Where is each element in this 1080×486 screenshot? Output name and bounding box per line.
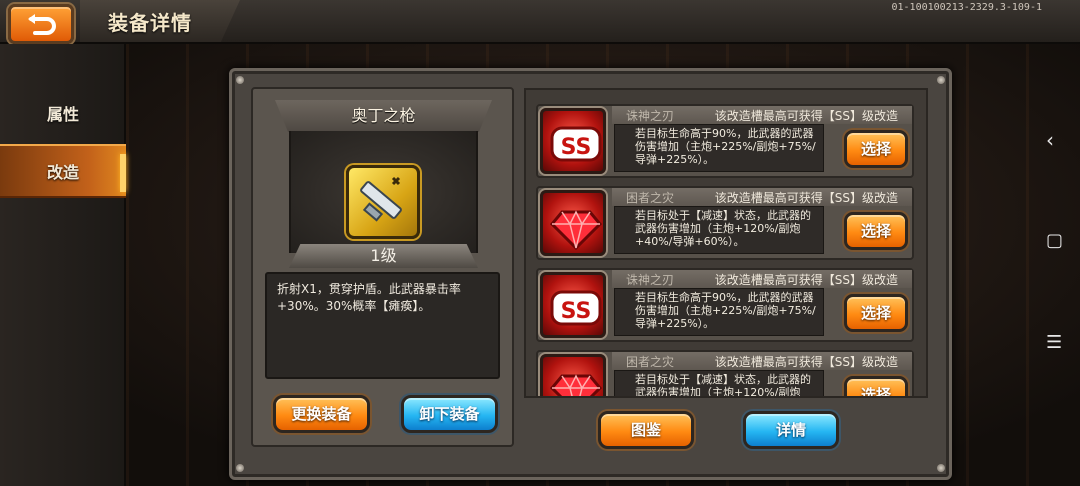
ss-badge-icon: SS [540,272,606,338]
weapon-name: 奥丁之枪 [275,100,492,132]
red-gem-icon [540,190,606,256]
red-gem-icon [540,354,606,396]
return-arrow-icon [28,14,56,35]
svg-text:SS: SS [561,135,592,160]
weapon-description: 折射X1，贯穿护盾。此武器暴击率+30%。30%概率【瘫痪】。 [265,272,500,379]
mod-slot-note: 该改造槽最高可获得【SS】级改造 [714,191,898,205]
select-button[interactable]: 选择 [844,294,908,332]
rivet [236,464,244,472]
mod-slot-note: 该改造槽最高可获得【SS】级改造 [714,273,898,287]
unequip-button[interactable]: 卸下装备 [401,395,498,433]
rivet [937,76,945,84]
top-bar: 装备详情 01-100100213-2329.3-109-1 [0,0,1080,44]
tab-attributes[interactable]: 属性 [0,88,126,142]
mod-slot-name: 诛神之刃 [626,273,675,287]
nav-home-icon[interactable]: ▢ [1046,230,1063,251]
mod-slot-note: 该改造槽最高可获得【SS】级改造 [714,355,898,369]
select-button[interactable]: 选择 [844,130,908,168]
page-title: 装备详情 [108,11,192,35]
rivet [236,76,244,84]
version-label: 01-100100213-2329.3-109-1 [891,2,1042,13]
codex-button[interactable]: 图鉴 [598,411,694,449]
weapon-level: 1级 [289,244,478,268]
change-equipment-button[interactable]: 更换装备 [273,395,370,433]
mod-slot-description: 若目标处于【减速】状态，此武器的武器伤害增加（主炮+120%/副炮+40%/导弹… [614,206,824,254]
system-nav: ‹ ▢ ☰ [1030,0,1080,486]
mod-slot-note: 该改造槽最高可获得【SS】级改造 [714,109,898,123]
svg-text:SS: SS [561,299,592,324]
mod-slot-card: 诛神之刃 该改造槽最高可获得【SS】级改造 SS 若目标生命高于90%，此武器的… [536,104,914,178]
select-button[interactable]: 选择 [844,376,908,396]
mod-slot-name: 诛神之刃 [626,109,675,123]
mod-slot-description: 若目标生命高于90%，此武器的武器伤害增加（主炮+225%/副炮+75%/导弹+… [614,288,824,336]
mod-slot-list[interactable]: 诛神之刃 该改造槽最高可获得【SS】级改造 SS 若目标生命高于90%，此武器的… [524,88,928,398]
mod-slot-name: 困者之灾 [626,355,675,369]
nav-back-icon[interactable]: ‹ [1046,128,1054,152]
ss-badge-icon: SS [540,108,606,174]
mod-slot-name: 困者之灾 [626,191,675,205]
tab-modification[interactable]: 改造 [0,144,126,198]
mod-slot-card: 困者之灾 该改造槽最高可获得【SS】级改造 若目标处于【减速】状态，此武器的武器… [536,350,914,396]
rivet [937,464,945,472]
mod-slot-card: 困者之灾 该改造槽最高可获得【SS】级改造 若目标处于【减速】状态，此武器的武器… [536,186,914,260]
nav-menu-icon[interactable]: ☰ [1046,332,1062,353]
mod-slot-description: 若目标生命高于90%，此武器的武器伤害增加（主炮+225%/副炮+75%/导弹+… [614,124,824,172]
mod-slot-description: 若目标处于【减速】状态，此武器的武器伤害增加（主炮+120%/副炮+40%/导弹… [614,370,824,396]
mod-slot-card: 诛神之刃 该改造槽最高可获得【SS】级改造 SS 若目标生命高于90%，此武器的… [536,268,914,342]
side-tabs: 属性 改造 [0,44,126,486]
back-button[interactable] [8,4,74,44]
gun-icon[interactable] [346,165,420,239]
select-button[interactable]: 选择 [844,212,908,250]
details-button[interactable]: 详情 [743,411,839,449]
